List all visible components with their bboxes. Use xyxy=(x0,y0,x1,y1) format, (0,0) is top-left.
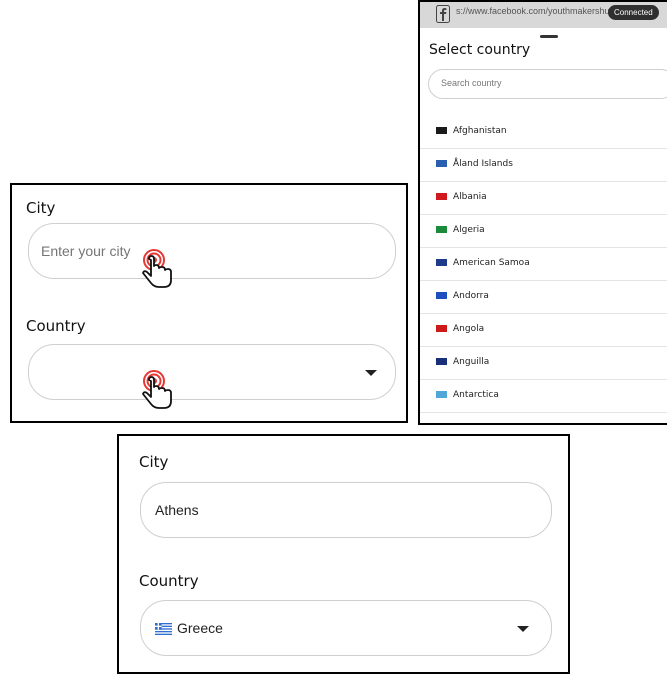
country-list-item[interactable]: Andorra xyxy=(420,281,667,314)
greece-flag-icon xyxy=(155,623,172,635)
flag-icon xyxy=(436,193,447,200)
city-input[interactable]: Athens xyxy=(140,482,552,538)
location-form-filled: City Athens Country Greece xyxy=(117,434,570,674)
url-text: s://www.facebook.com/youthmakershub xyxy=(456,6,615,16)
country-value: Greece xyxy=(177,620,223,636)
city-input[interactable]: Enter your city xyxy=(28,223,396,279)
country-name: Afghanistan xyxy=(453,126,507,136)
country-list-item[interactable]: American Samoa xyxy=(420,248,667,281)
country-list-item[interactable]: Albania xyxy=(420,182,667,215)
facebook-icon xyxy=(436,5,450,23)
search-placeholder: Search country xyxy=(441,78,502,88)
country-name: Antigua and Barbuda xyxy=(453,423,549,425)
country-list-item[interactable]: Afghanistan xyxy=(420,116,667,149)
flag-icon xyxy=(436,358,447,365)
flag-icon xyxy=(436,325,447,332)
city-label: City xyxy=(139,453,169,471)
country-label: Country xyxy=(139,572,199,590)
city-label: City xyxy=(26,199,56,217)
sheet-title: Select country xyxy=(429,42,531,58)
country-list-item[interactable]: Antarctica xyxy=(420,380,667,413)
country-list-item[interactable]: Algeria xyxy=(420,215,667,248)
connected-badge: Connected xyxy=(608,5,659,20)
country-dropdown[interactable] xyxy=(28,344,396,400)
chevron-down-icon xyxy=(365,370,377,376)
country-list-item[interactable]: Anguilla xyxy=(420,347,667,380)
country-name: Antarctica xyxy=(453,390,499,400)
country-list: Afghanistan Åland Islands Albania Algeria Am… xyxy=(420,116,667,425)
chevron-down-icon xyxy=(517,626,529,632)
country-picker-sheet: s://www.facebook.com/youthmakershub Conn… xyxy=(418,0,667,425)
country-search-input[interactable]: Search country xyxy=(428,69,667,99)
browser-url-bar: s://www.facebook.com/youthmakershub Conn… xyxy=(420,2,667,28)
country-name: Andorra xyxy=(453,291,489,301)
city-value: Athens xyxy=(155,502,199,518)
sheet-drag-handle[interactable] xyxy=(540,35,558,38)
country-name: Algeria xyxy=(453,225,485,235)
flag-icon xyxy=(436,127,447,134)
country-label: Country xyxy=(26,317,86,335)
country-name: Åland Islands xyxy=(453,159,513,169)
flag-icon xyxy=(436,160,447,167)
country-list-item[interactable]: Angola xyxy=(420,314,667,347)
flag-icon xyxy=(436,226,447,233)
country-name: Anguilla xyxy=(453,357,490,367)
country-list-item[interactable]: Åland Islands xyxy=(420,149,667,182)
city-placeholder: Enter your city xyxy=(41,243,131,259)
tap-gesture-icon xyxy=(142,249,172,288)
location-form-empty: City Enter your city Country xyxy=(10,183,408,423)
country-name: American Samoa xyxy=(453,258,530,268)
country-dropdown[interactable]: Greece xyxy=(140,600,552,656)
flag-icon xyxy=(436,391,447,398)
country-name: Albania xyxy=(453,192,487,202)
flag-icon xyxy=(436,292,447,299)
country-list-item[interactable]: Antigua and Barbuda xyxy=(420,413,667,425)
country-name: Angola xyxy=(453,324,485,334)
flag-icon xyxy=(436,259,447,266)
tap-gesture-icon xyxy=(142,370,172,409)
flag-icon xyxy=(436,424,447,425)
